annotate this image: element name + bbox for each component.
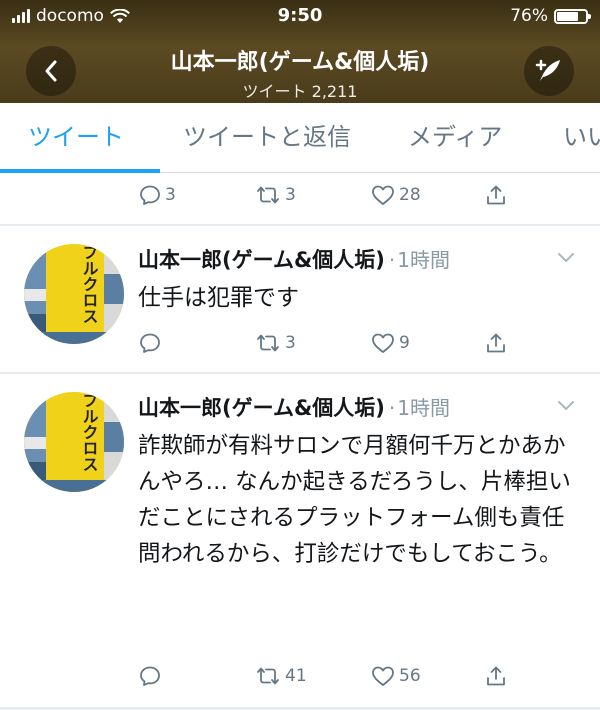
share-button[interactable] <box>484 664 508 688</box>
tab-tweets-and-replies[interactable]: ツイートと返信 <box>183 103 351 172</box>
avatar-text: テーブルクロス <box>80 392 99 472</box>
tweet-header: 山本一郎(ゲーム&個人垢) · 1時間 <box>138 392 580 422</box>
chevron-down-icon[interactable] <box>556 250 576 264</box>
retweet-icon <box>257 186 279 204</box>
share-button[interactable] <box>484 331 508 355</box>
separator: · <box>388 396 396 420</box>
separator: · <box>388 248 396 272</box>
share-icon <box>487 333 505 353</box>
quill-icon <box>535 59 560 81</box>
retweet-count: 3 <box>285 333 296 353</box>
page-title: 山本一郎(ゲーム&個人垢) <box>170 50 430 75</box>
heart-icon <box>372 666 394 686</box>
reply-icon <box>140 666 160 686</box>
retweet-button[interactable]: 41 <box>254 664 307 688</box>
share-icon <box>487 666 505 686</box>
reply-button[interactable] <box>138 664 165 688</box>
like-button[interactable]: 56 <box>370 664 421 688</box>
reply-count: 3 <box>165 185 176 205</box>
heart-icon <box>372 185 394 205</box>
share-button[interactable] <box>484 183 508 207</box>
reply-button[interactable] <box>138 331 165 355</box>
tweet-header: 山本一郎(ゲーム&個人垢) · 1時間 <box>138 244 580 274</box>
status-bar: docomo 9:50 76% <box>0 0 600 30</box>
profile-header: docomo 9:50 76% 山本一郎(ゲーム&個人垢) ツイート 2,211 <box>0 0 600 103</box>
retweet-button[interactable]: 3 <box>254 183 296 207</box>
tweet-text: 仕手は犯罪です <box>138 285 299 311</box>
author-name[interactable]: 山本一郎(ゲーム&個人垢) <box>138 396 385 420</box>
like-count: 28 <box>399 185 421 205</box>
timestamp[interactable]: 1時間 <box>397 248 450 272</box>
tweet-card[interactable]: 3 3 28 <box>0 173 600 224</box>
battery-icon <box>554 8 591 24</box>
avatar-text: テーブルクロス <box>80 244 99 324</box>
heart-icon <box>372 333 394 353</box>
like-button[interactable]: 28 <box>370 183 421 207</box>
avatar-image: テーブルクロス <box>24 244 124 344</box>
tweet-card[interactable]: テーブルクロス 山本一郎(ゲーム&個人垢) · 1時間 仕手は犯罪です 3 9 <box>0 226 600 372</box>
back-button[interactable] <box>26 46 76 96</box>
header-title-block: 山本一郎(ゲーム&個人垢) ツイート 2,211 <box>90 44 510 102</box>
tweet-card[interactable]: テーブルクロス 山本一郎(ゲーム&個人垢) · 1時間 詐欺師が有料サロンで月額何千… <box>0 374 600 707</box>
tweet-count: ツイート 2,211 <box>242 82 358 101</box>
compose-tweet-button[interactable] <box>524 46 574 96</box>
retweet-count: 41 <box>285 666 307 686</box>
retweet-count: 3 <box>285 185 296 205</box>
reply-icon <box>140 333 160 353</box>
like-count: 9 <box>399 333 410 353</box>
retweet-icon <box>257 667 279 685</box>
avatar[interactable]: テーブルクロス <box>24 392 124 492</box>
profile-tabs: ツイート ツイートと返信 メディア いい <box>0 103 600 173</box>
timestamp[interactable]: 1時間 <box>397 396 450 420</box>
chevron-left-icon <box>45 60 57 82</box>
tab-tweets[interactable]: ツイート <box>28 103 124 172</box>
battery-percent: 76% <box>510 6 548 26</box>
avatar[interactable]: テーブルクロス <box>24 244 124 344</box>
like-button[interactable]: 9 <box>370 331 410 355</box>
reply-button[interactable]: 3 <box>138 183 176 207</box>
chevron-down-icon[interactable] <box>556 398 576 412</box>
retweet-icon <box>257 334 279 352</box>
share-icon <box>487 185 505 205</box>
tweet-text: 詐欺師が有料サロンで月額何千万とかあかんやろ… なんか起きるだろうし、片棒担いだ… <box>138 433 571 567</box>
retweet-button[interactable]: 3 <box>254 331 296 355</box>
like-count: 56 <box>399 666 421 686</box>
reply-icon <box>140 185 160 205</box>
author-name[interactable]: 山本一郎(ゲーム&個人垢) <box>138 248 385 272</box>
tab-media[interactable]: メディア <box>408 103 502 172</box>
tab-likes[interactable]: いい <box>563 103 600 172</box>
avatar-image: テーブルクロス <box>24 392 124 492</box>
